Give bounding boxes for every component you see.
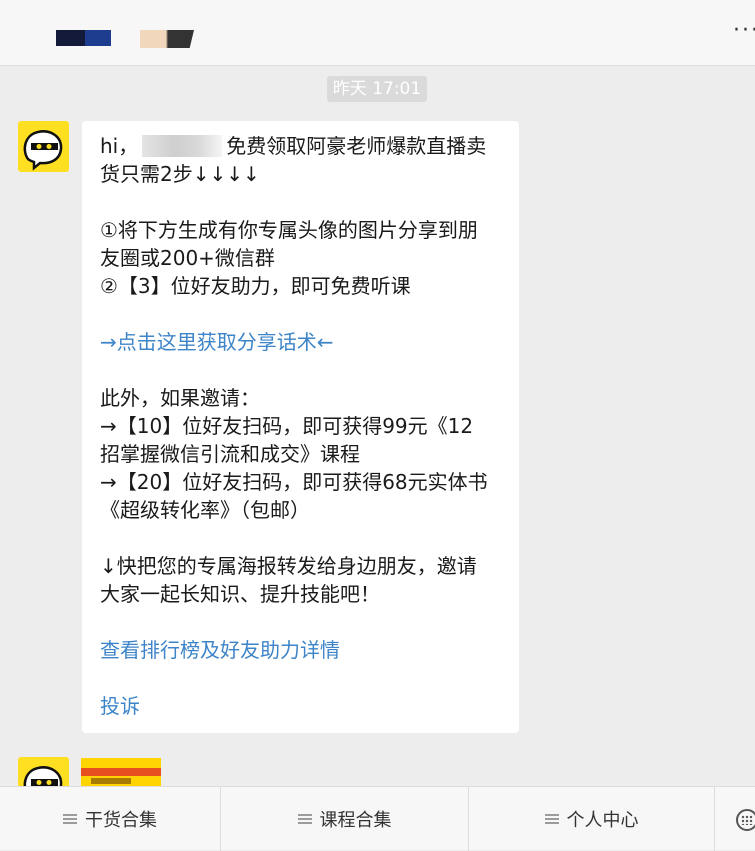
message-timestamp: 昨天 17:01 [327, 76, 427, 102]
reward2-line: →【20】位好友扫码，即可获得68元实体书 [100, 470, 488, 494]
greeting-line: hi， 免费领取阿豪老师爆款直播卖 [100, 132, 507, 160]
invite-title: 此外，如果邀请： [100, 386, 260, 410]
step1-line: ①将下方生成有你专属头像的图片分享到朋 [100, 218, 478, 242]
menu-item-profile[interactable]: 个人中心 [469, 787, 715, 851]
menu-item-label: 课程合集 [319, 810, 392, 831]
sender-avatar[interactable] [18, 121, 69, 172]
reward1-line-2: 招掌握微信引流和成交》课程 [100, 442, 360, 466]
keyboard-icon[interactable] [736, 809, 755, 831]
redacted-username [142, 135, 223, 157]
menu-item-dry-goods[interactable]: 干货合集 [0, 787, 221, 851]
bottom-menu-bar: 干货合集 课程合集 个人中心 [0, 786, 755, 851]
message-line: 货只需2步↓↓↓↓ [100, 162, 260, 186]
step2-line: ②【3】位好友助力，即可免费听课 [100, 274, 411, 298]
greeting-suffix: 免费领取阿豪老师爆款直播卖 [226, 134, 487, 158]
step1-line-2: 友圈或200+微信群 [100, 246, 275, 270]
menu-item-label: 个人中心 [566, 810, 639, 831]
menu-list-icon [63, 814, 77, 824]
reward1-line: →【10】位好友扫码，即可获得99元《12 [100, 414, 474, 438]
greeting-prefix: hi， [100, 134, 139, 158]
menu-item-label: 干货合集 [85, 810, 157, 831]
forward-line-2: 大家一起长知识、提升技能吧！ [100, 582, 380, 606]
redacted-title-block-2 [140, 30, 194, 48]
menu-item-courses[interactable]: 课程合集 [221, 787, 469, 851]
forward-line: ↓快把您的专属海报转发给身边朋友，邀请 [100, 554, 477, 578]
poster-image-thumbnail[interactable] [81, 758, 161, 786]
redacted-title-block [56, 30, 111, 46]
complaint-link[interactable]: 投诉 [100, 692, 507, 720]
top-bar: ··· [0, 0, 755, 66]
reward2-line-2: 《超级转化率》（包邮） [100, 498, 310, 522]
ranking-link[interactable]: 查看排行榜及好友助力详情 [100, 636, 507, 664]
message-bubble: hi， 免费领取阿豪老师爆款直播卖 货只需2步↓↓↓↓ ①将下方生成有你专属头像的… [82, 121, 519, 733]
menu-list-icon [544, 814, 559, 824]
menu-list-icon [297, 814, 312, 824]
more-dots-icon[interactable]: ··· [733, 20, 755, 44]
share-script-link[interactable]: →点击这里获取分享话术← [100, 328, 507, 356]
